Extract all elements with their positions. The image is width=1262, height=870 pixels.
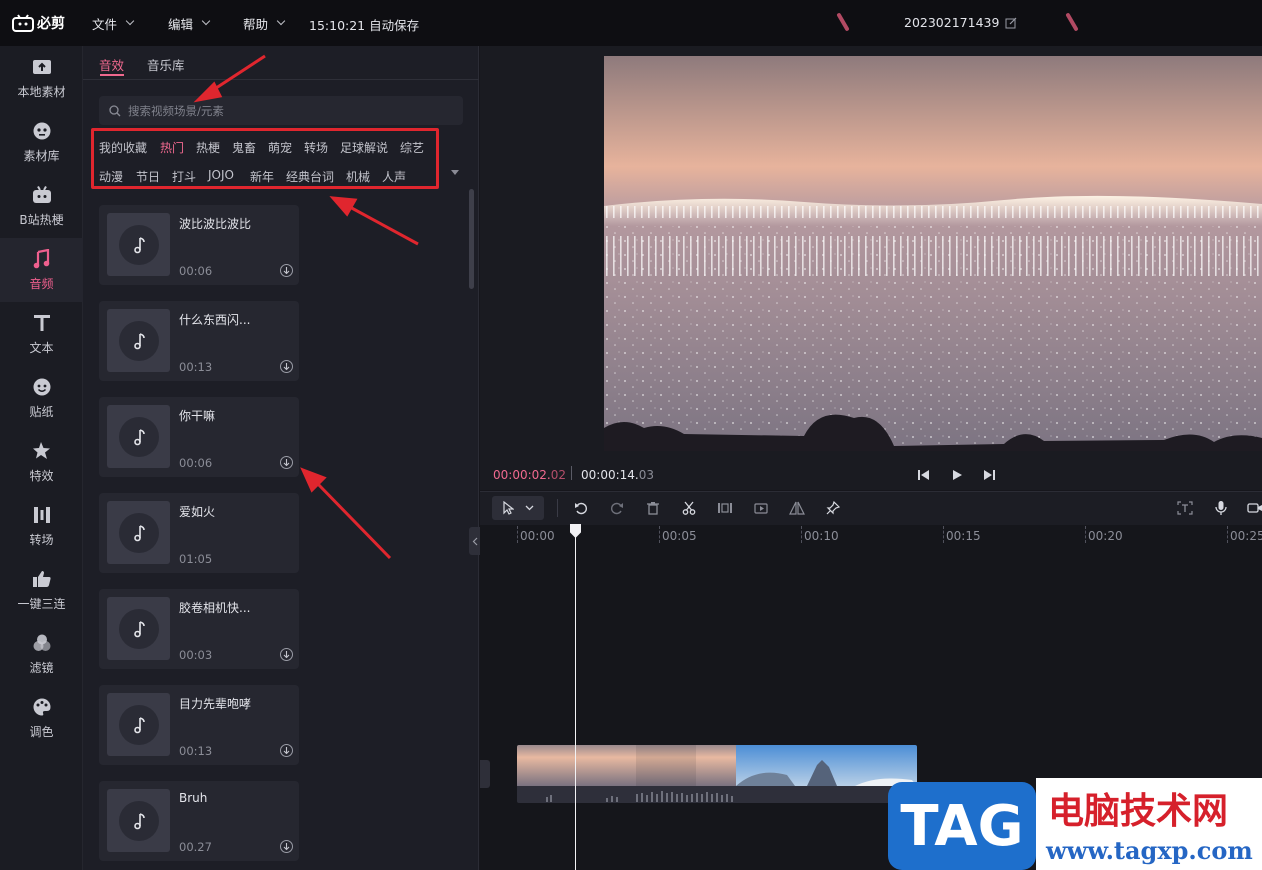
watermark-site-name: 电脑技术网 [1048,791,1229,832]
annotation-arrows [193,54,419,560]
annotation-arrowhead [329,196,358,217]
watermark-url: www.tagxp.com [1046,836,1253,865]
watermark-badge: TAG [888,782,1036,870]
annotation-arrowhead [193,81,223,103]
